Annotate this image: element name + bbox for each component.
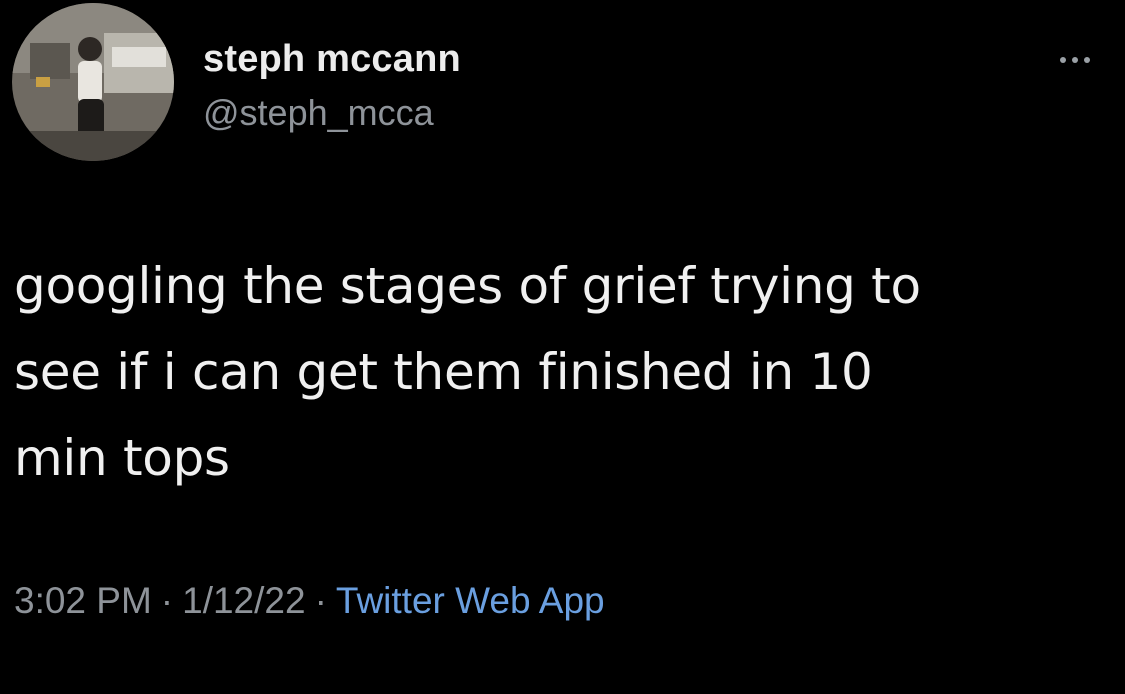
more-dot-icon [1072, 57, 1078, 63]
author-handle[interactable]: @steph_mcca [203, 92, 434, 134]
tweet-source-link[interactable]: Twitter Web App [336, 580, 605, 622]
more-dot-icon [1060, 57, 1066, 63]
tweet-metadata: 3:02 PM · 1/12/22 · Twitter Web App [14, 580, 605, 622]
author-display-name[interactable]: steph mccann [203, 38, 461, 81]
tweet-date[interactable]: 1/12/22 [182, 580, 305, 622]
separator-dot: · [160, 580, 174, 621]
tweet-card: steph mccann @steph_mcca googling the st… [0, 0, 1125, 694]
tweet-time[interactable]: 3:02 PM [14, 580, 152, 622]
author-avatar[interactable] [12, 3, 174, 161]
separator-dot: · [314, 580, 327, 621]
more-options-button[interactable] [1043, 40, 1107, 80]
avatar-photo-icon [12, 3, 174, 161]
tweet-text: googling the stages of grief trying to s… [14, 257, 921, 487]
more-dot-icon [1084, 57, 1090, 63]
